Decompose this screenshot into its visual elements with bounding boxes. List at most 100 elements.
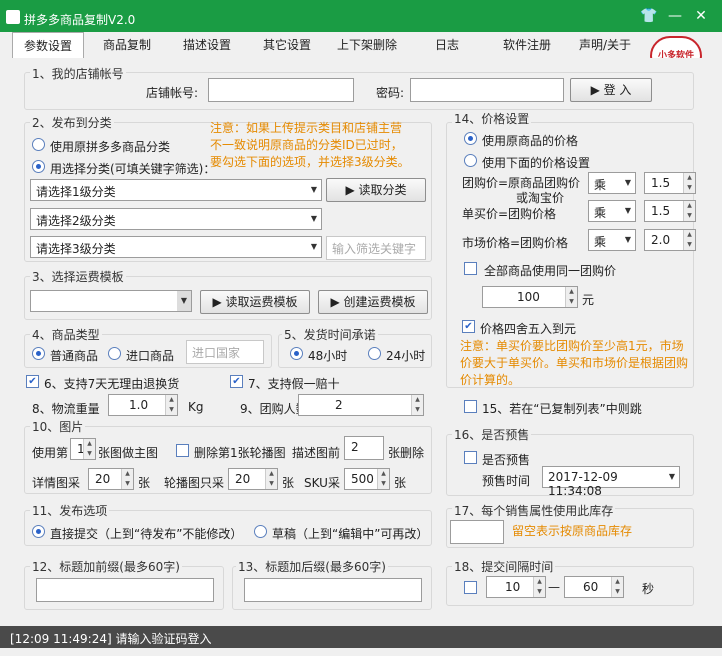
price-note: 注意：单买价要比团购价至少高1元，市场价要大于单买价。单买和市场价是根据团购价计…: [460, 339, 689, 387]
chevron-down-icon: ▼: [310, 242, 318, 251]
spin-up-icon[interactable]: ▲: [377, 469, 389, 479]
spin-up-icon[interactable]: ▲: [683, 201, 695, 211]
password-input[interactable]: [410, 78, 564, 102]
radio-custom-category[interactable]: [32, 160, 45, 173]
radio-original-category[interactable]: [32, 138, 45, 151]
presale-time-picker[interactable]: 2017-12-09 11:34:08 ▼: [542, 466, 680, 498]
spin-down-icon[interactable]: ▼: [377, 479, 389, 489]
single-mult-spinner[interactable]: 1.5 ▲ ▼: [644, 200, 696, 222]
window-title: 拼多多商品复制V2.0: [24, 13, 136, 27]
interval-dash: —: [548, 580, 560, 594]
spin-down-icon[interactable]: ▼: [565, 297, 577, 307]
carousel-images-spinner[interactable]: 20 ▲ ▼: [228, 468, 278, 490]
tab-log[interactable]: 日志: [410, 32, 484, 58]
checkbox-skip-copied[interactable]: [464, 400, 477, 413]
login-button[interactable]: ▶ 登 入: [570, 78, 652, 102]
radio-custom-price[interactable]: [464, 154, 477, 167]
shipping-template-select[interactable]: ▼: [30, 290, 192, 312]
single-op-select[interactable]: 乘 ▼: [588, 200, 636, 222]
tab-shelf[interactable]: 上下架删除: [330, 32, 404, 58]
minimize-button[interactable]: —: [666, 8, 684, 24]
group-product-type-legend: 4、商品类型: [30, 326, 102, 343]
spin-down-icon[interactable]: ▼: [683, 183, 695, 193]
spin-down-icon[interactable]: ▼: [683, 211, 695, 221]
spin-down-icon[interactable]: ▼: [165, 405, 177, 415]
main-image-index-spinner[interactable]: 1 ▲ ▼: [70, 438, 96, 460]
group-account-legend: 1、我的店铺帐号: [30, 65, 126, 82]
group-mult-spinner[interactable]: 1.5 ▲ ▼: [644, 172, 696, 194]
read-shipping-button[interactable]: ▶ 读取运费模板: [200, 290, 310, 314]
spin-up-icon[interactable]: ▲: [683, 173, 695, 183]
tab-copy[interactable]: 商品复制: [90, 32, 164, 58]
spin-down-icon[interactable]: ▼: [611, 587, 623, 597]
checkbox-delete-first-carousel[interactable]: [176, 444, 189, 457]
sku-images-label: SKU采: [304, 476, 340, 490]
draft-label: 草稿（上到“编辑中”可再改）: [272, 527, 429, 541]
desc-delete-count-input[interactable]: 2: [344, 436, 384, 460]
tab-params[interactable]: 参数设置: [12, 32, 84, 58]
interval-to-spinner[interactable]: 60 ▲ ▼: [564, 576, 624, 598]
radio-24h[interactable]: [368, 347, 381, 360]
tab-other[interactable]: 其它设置: [250, 32, 324, 58]
category-level3-select[interactable]: 请选择3级分类 ▼: [30, 236, 322, 258]
tab-about[interactable]: 声明/关于: [568, 32, 642, 58]
group-category-legend: 2、发布到分类: [30, 114, 114, 131]
spin-down-icon[interactable]: ▼: [265, 479, 277, 489]
radio-original-price[interactable]: [464, 132, 477, 145]
group-stock-legend: 17、每个销售属性使用此库存: [452, 502, 616, 519]
detail-images-spinner[interactable]: 20 ▲ ▼: [88, 468, 134, 490]
weight-spinner[interactable]: 1.0 ▲ ▼: [108, 394, 178, 416]
group-size-spinner[interactable]: 2 ▲ ▼: [298, 394, 424, 416]
market-mult-spinner[interactable]: 2.0 ▲ ▼: [644, 229, 696, 251]
same-group-price-spinner[interactable]: 100 ▲ ▼: [482, 286, 578, 308]
spin-up-icon[interactable]: ▲: [411, 395, 423, 405]
radio-48h[interactable]: [290, 347, 303, 360]
checkbox-same-group-price[interactable]: [464, 262, 477, 275]
spin-up-icon[interactable]: ▲: [165, 395, 177, 405]
stock-input[interactable]: [450, 520, 504, 544]
chevron-down-icon: ▼: [668, 472, 676, 481]
spin-down-icon[interactable]: ▼: [83, 449, 95, 459]
group-publish-legend: 11、发布选项: [30, 502, 110, 519]
read-category-button[interactable]: ▶ 读取分类: [326, 178, 426, 202]
spin-up-icon[interactable]: ▲: [121, 469, 133, 479]
checkbox-presale[interactable]: [464, 451, 477, 464]
category-level2-select[interactable]: 请选择2级分类 ▼: [30, 208, 322, 230]
checkbox-fake-compensate[interactable]: ✔: [230, 375, 243, 388]
radio-24h-label: 24小时: [386, 349, 426, 363]
sku-images-spinner[interactable]: 500 ▲ ▼: [344, 468, 390, 490]
radio-draft[interactable]: [254, 525, 267, 538]
chevron-down-icon: ▼: [310, 214, 318, 223]
create-shipping-button[interactable]: ▶ 创建运费模板: [318, 290, 428, 314]
radio-import-product[interactable]: [108, 347, 121, 360]
import-country-input[interactable]: 进口国家: [186, 340, 264, 364]
spin-up-icon[interactable]: ▲: [265, 469, 277, 479]
close-button[interactable]: ✕: [692, 8, 710, 24]
title-suffix-input[interactable]: [244, 578, 422, 602]
checkbox-interval[interactable]: [464, 581, 477, 594]
market-op-select[interactable]: 乘 ▼: [588, 229, 636, 251]
spin-down-icon[interactable]: ▼: [411, 405, 423, 415]
spin-down-icon[interactable]: ▼: [683, 240, 695, 250]
skin-icon[interactable]: 👕: [640, 8, 658, 24]
radio-normal-product[interactable]: [32, 347, 45, 360]
tab-desc[interactable]: 描述设置: [170, 32, 244, 58]
checkbox-7day-return[interactable]: ✔: [26, 375, 39, 388]
radio-direct-submit[interactable]: [32, 525, 45, 538]
title-prefix-input[interactable]: [36, 578, 214, 602]
spin-down-icon[interactable]: ▼: [533, 587, 545, 597]
group-op-select[interactable]: 乘 ▼: [588, 172, 636, 194]
interval-from-spinner[interactable]: 10 ▲ ▼: [486, 576, 546, 598]
checkbox-round-price[interactable]: ✔: [462, 320, 475, 333]
spin-up-icon[interactable]: ▲: [83, 439, 95, 449]
spin-down-icon[interactable]: ▼: [121, 479, 133, 489]
category-level1-select[interactable]: 请选择1级分类 ▼: [30, 179, 322, 201]
desc-front-label: 描述图前: [292, 446, 341, 460]
account-input[interactable]: [208, 78, 354, 102]
tab-register[interactable]: 软件注册: [490, 32, 564, 58]
spin-up-icon[interactable]: ▲: [683, 230, 695, 240]
category-filter-input[interactable]: 输入筛选关键字: [326, 236, 426, 260]
spin-up-icon[interactable]: ▲: [565, 287, 577, 297]
spin-up-icon[interactable]: ▲: [611, 577, 623, 587]
spin-up-icon[interactable]: ▲: [533, 577, 545, 587]
